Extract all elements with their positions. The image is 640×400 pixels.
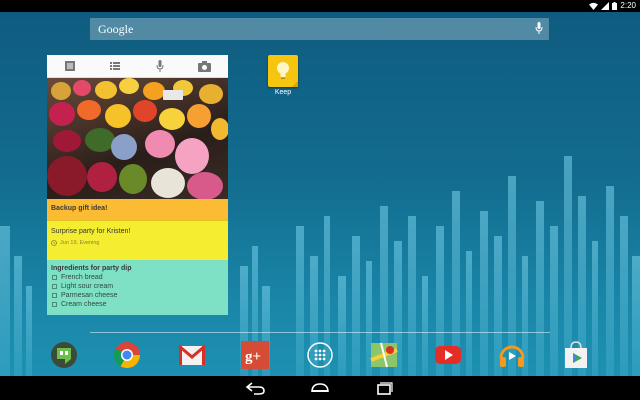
list-note-icon[interactable] (109, 60, 121, 72)
google-search-bar[interactable]: Google (90, 18, 549, 40)
wifi-icon (589, 2, 599, 10)
home-icon[interactable] (308, 380, 332, 396)
checklist-item: Cream cheese (47, 299, 228, 308)
recent-apps-icon[interactable] (372, 380, 396, 396)
checklist-item: French bread (47, 272, 228, 281)
checklist-item: Parmesan cheese (47, 290, 228, 299)
dock: g+ (0, 340, 640, 372)
checklist-item: Light sour cream (47, 281, 228, 290)
checklist-item-label: Light sour cream (61, 283, 114, 290)
checkbox[interactable] (52, 284, 57, 289)
back-icon[interactable] (244, 380, 268, 396)
dock-divider (90, 332, 550, 333)
svg-text:g+: g+ (245, 349, 261, 365)
youtube-icon[interactable] (433, 340, 463, 370)
note-backup-gift[interactable]: Backup gift idea! (47, 199, 228, 220)
mic-icon[interactable] (535, 22, 543, 35)
battery-icon (612, 1, 618, 10)
keep-widget[interactable]: Backup gift idea! Surprise party for Kri… (47, 55, 228, 315)
checkbox[interactable] (52, 293, 57, 298)
checklist-item-label: Cream cheese (61, 301, 107, 308)
checklist-item-label: Parmesan cheese (61, 292, 118, 299)
note-title: Ingredients for party dip (51, 265, 132, 272)
app-drawer-icon[interactable] (305, 340, 335, 370)
status-bar: 2:20 (0, 0, 640, 12)
signal-icon (601, 1, 610, 10)
note-surprise-party[interactable]: Surprise party for Kristen! Jun 19, Even… (47, 220, 228, 260)
navigation-bar (0, 376, 640, 400)
clock-icon (51, 240, 57, 246)
play-store-icon[interactable] (561, 340, 591, 370)
gmail-icon[interactable] (177, 340, 207, 370)
checkbox[interactable] (52, 302, 57, 307)
status-icons: 2:20 (589, 1, 636, 10)
hangouts-icon[interactable] (49, 340, 79, 370)
note-title: Backup gift idea! (51, 205, 108, 212)
note-party-dip[interactable]: Ingredients for party dip French bread L… (47, 260, 228, 315)
note-body: Surprise party for Kristen! (51, 228, 131, 235)
note-reminder: Jun 19, Evening (47, 235, 228, 246)
status-time: 2:20 (620, 1, 636, 10)
flower-photo[interactable] (47, 78, 228, 199)
camera-icon[interactable] (198, 60, 212, 72)
keep-widget-toolbar (47, 55, 228, 78)
google-plus-icon[interactable]: g+ (240, 340, 270, 370)
keep-lightbulb-icon[interactable] (268, 55, 298, 87)
google-logo-text: Google (98, 21, 134, 36)
chrome-icon[interactable] (112, 340, 142, 370)
keep-app-label: Keep (274, 89, 292, 96)
play-music-icon[interactable] (497, 340, 527, 370)
checklist-item-label: French bread (61, 274, 103, 281)
checkbox[interactable] (52, 275, 57, 280)
keep-app-shortcut[interactable]: Keep (266, 55, 300, 103)
text-note-icon[interactable] (64, 60, 76, 72)
reminder-text: Jun 19, Evening (60, 240, 100, 246)
voice-note-icon[interactable] (155, 60, 165, 72)
maps-icon[interactable] (369, 340, 399, 370)
